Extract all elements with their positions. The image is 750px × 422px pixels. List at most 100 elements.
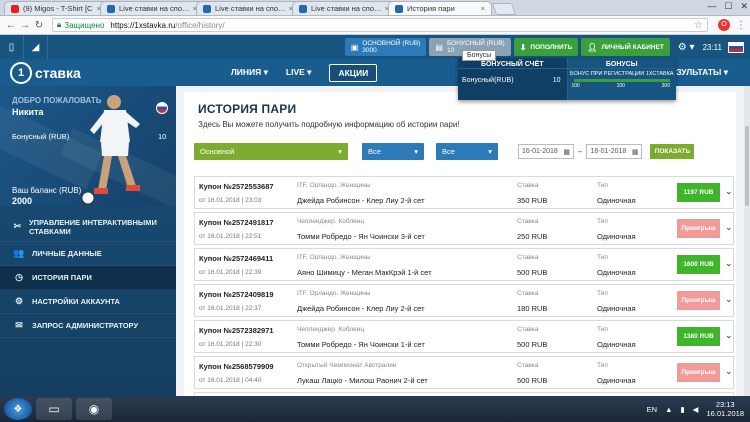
sidebar-item-admin-request[interactable]: ✉ ЗАПРОС АДМИНИСТРАТОРУ: [0, 314, 176, 338]
bet-type-select[interactable]: Все ▾: [362, 143, 424, 160]
browser-tab[interactable]: Live ставки на спорт - с×: [100, 1, 204, 15]
bonus-account-amount: 10: [552, 77, 561, 84]
show-button[interactable]: ПОКАЗАТЬ: [650, 144, 695, 159]
coupon-number[interactable]: Купон №2568579909: [199, 362, 274, 371]
stake-label: Ставка: [517, 218, 539, 225]
site-logo[interactable]: 1 ставка: [10, 61, 81, 84]
tournament-name: ITF. Орландо. Женщины: [297, 254, 371, 261]
explorer-taskbar-icon[interactable]: ▭: [36, 398, 72, 420]
coupon-number[interactable]: Купон №2572409819: [199, 290, 274, 299]
tab-favicon-icon: [107, 4, 115, 13]
forward-icon[interactable]: →: [18, 20, 32, 31]
browser-menu-icon[interactable]: ⋮: [736, 20, 746, 31]
coupon-number[interactable]: Купон №2572491817: [199, 218, 274, 227]
expand-chevron-icon[interactable]: ⌄: [725, 330, 733, 341]
language-indicator[interactable]: EN: [647, 405, 657, 414]
tray-arrow-icon[interactable]: ▲: [665, 405, 672, 414]
start-button[interactable]: ❖: [4, 398, 32, 420]
history-panel: ИСТОРИЯ ПАРИ Здесь Вы можете получить по…: [184, 92, 736, 422]
reload-icon[interactable]: ↻: [32, 20, 46, 31]
chrome-taskbar-icon[interactable]: ◉: [76, 398, 112, 420]
browser-tab[interactable]: Live ставки на спорт - с×: [292, 1, 396, 15]
coupon-number[interactable]: Купон №2572469411: [199, 254, 273, 263]
scrollbar-thumb[interactable]: [745, 126, 749, 206]
result-badge: 1600 RUB: [677, 255, 720, 274]
table-row[interactable]: Купон №2572491817 от 16.01.2018 | 22:51 Че…: [194, 212, 734, 245]
browser-tab[interactable]: Live ставки на спорт - с×: [196, 1, 300, 15]
page-subtitle: Здесь Вы можете получить подробную инфор…: [198, 120, 460, 129]
volume-icon[interactable]: ◀: [693, 405, 699, 414]
type-label: Тип: [597, 290, 608, 297]
deposit-button[interactable]: ⬇ ПОПОЛНИТЬ: [513, 38, 579, 56]
coupon-date: от 16.01.2018 | 23:03: [199, 197, 262, 204]
coupon-number[interactable]: Купон №2572382971: [199, 326, 274, 335]
table-row[interactable]: Купон №2572409819 от 16.01.2018 | 22:37 IT…: [194, 284, 734, 317]
back-icon[interactable]: ←: [4, 20, 18, 31]
language-flag-icon[interactable]: [728, 41, 744, 53]
bonus-balance-value: 10: [158, 132, 167, 141]
opera-extension-icon[interactable]: O: [718, 19, 730, 31]
minimize-icon[interactable]: —: [707, 1, 716, 12]
close-window-icon[interactable]: ✕: [740, 1, 748, 12]
url-input[interactable]: 🔒︎ Защищено https://1xstavka.ru/office/h…: [52, 18, 708, 32]
sidebar-item-personal-data[interactable]: 👥 ЛИЧНЫЕ ДАННЫЕ: [0, 242, 176, 266]
tab-close-icon[interactable]: ×: [481, 4, 485, 13]
table-row[interactable]: Купон №2568579909 от 16.01.2018 | 04:40 От…: [194, 356, 734, 389]
expand-chevron-icon[interactable]: ⌄: [725, 258, 733, 269]
mobile-icon[interactable]: ▯: [0, 35, 24, 59]
date-to-input[interactable]: 16-01-2018 ▦: [586, 144, 643, 159]
browser-tab[interactable]: История пари ×: [388, 1, 492, 15]
chevron-down-icon: ▾: [488, 147, 492, 156]
welcome-text: ДОБРО ПОЖАЛОВАТЬ: [12, 96, 102, 105]
cabinet-button[interactable]: 👤︎ ЛИЧНЫЙ КАБИНЕТ: [581, 38, 670, 56]
expand-chevron-icon[interactable]: ⌄: [725, 294, 733, 305]
nav-item-line[interactable]: ЛИНИЯ ▾: [231, 67, 268, 78]
new-tab-button[interactable]: [491, 3, 517, 15]
network-icon[interactable]: ▮: [681, 405, 685, 414]
sidebar-item-bet-history[interactable]: ◷ ИСТОРИЯ ПАРИ: [0, 266, 176, 290]
table-row[interactable]: Купон №2572469411 от 16.01.2018 | 22:39 IT…: [194, 248, 734, 281]
main-account-button[interactable]: ▣ ОСНОВНОЙ (RUB) 3000: [344, 38, 427, 56]
date-to-value: 16-01-2018: [590, 148, 627, 155]
balance-value: 2000: [12, 196, 33, 206]
account-select-value: Основной: [200, 147, 235, 156]
bonus-scale-current: 100: [616, 83, 625, 89]
main-account-value: 3000: [362, 47, 377, 54]
table-row[interactable]: Купон №2572382971 от 16.01.2018 | 22:30 Че…: [194, 320, 734, 353]
bonus-registration-label: БОНУС ПРИ РЕГИСТРАЦИИ 1XСТАВКА: [569, 71, 674, 77]
bonus-account-label: БОНУСНЫЙ (RUB): [446, 40, 505, 47]
date-from-input[interactable]: 16-01-2018 ▦: [518, 144, 574, 159]
status-select-value: Все: [442, 147, 455, 156]
sidebar-item-account-settings[interactable]: ⚙ НАСТРОЙКИ АККАУНТА: [0, 290, 176, 314]
tournament-name: Открытый Чемпионат Австралии: [297, 362, 397, 369]
browser-tab[interactable]: (9) Migos - T-Shirt [C ×: [4, 1, 108, 15]
maximize-icon[interactable]: ☐: [724, 1, 732, 12]
chevron-down-icon: ▾: [338, 147, 342, 156]
sidebar-item-interactive-bets[interactable]: ✂ УПРАВЛЕНИЕ ИНТЕРАКТИВНЫМИ СТАВКАМИ: [0, 212, 176, 242]
sport-icon[interactable]: ◢: [24, 35, 48, 59]
expand-chevron-icon[interactable]: ⌄: [725, 186, 733, 197]
bookmark-star-icon[interactable]: ☆: [694, 20, 703, 31]
page-scrollbar[interactable]: [744, 86, 750, 396]
sidebar-item-label: НАСТРОЙКИ АККАУНТА: [32, 297, 120, 306]
expand-chevron-icon[interactable]: ⌄: [725, 222, 733, 233]
nav-item-live[interactable]: LIVE ▾: [286, 67, 312, 78]
status-select[interactable]: Все ▾: [436, 143, 498, 160]
clock-icon: ◷: [15, 272, 23, 282]
wrench-icon: ✂: [13, 221, 22, 231]
result-badge: 1197 RUB: [677, 183, 720, 202]
settings-gear-icon[interactable]: ⚙ ▾: [678, 42, 695, 53]
expand-chevron-icon[interactable]: ⌄: [725, 366, 733, 377]
stake-label: Ставка: [517, 254, 539, 261]
table-row[interactable]: Купон №2572553687 от 16.01.2018 | 23:03 IT…: [194, 176, 734, 209]
user-name: Никита: [12, 107, 44, 117]
match-name: Аяно Шимицу - Меган МакКрэй 1-й сет: [297, 268, 432, 277]
account-select[interactable]: Основной ▾: [194, 143, 348, 160]
wallet-icon: ▣: [350, 42, 359, 52]
coupon-number[interactable]: Купон №2572553687: [199, 182, 274, 191]
deposit-label: ПОПОЛНИТЬ: [530, 43, 573, 51]
bonuses-panel[interactable]: БОНУСЫ БОНУС ПРИ РЕГИСТРАЦИИ 1XСТАВКА 10…: [566, 58, 676, 100]
coupon-date: от 16.01.2018 | 22:37: [199, 305, 262, 312]
nav-item-promo[interactable]: АКЦИИ: [329, 63, 378, 82]
tray-clock[interactable]: 23:13 16.01.2018: [706, 400, 744, 418]
